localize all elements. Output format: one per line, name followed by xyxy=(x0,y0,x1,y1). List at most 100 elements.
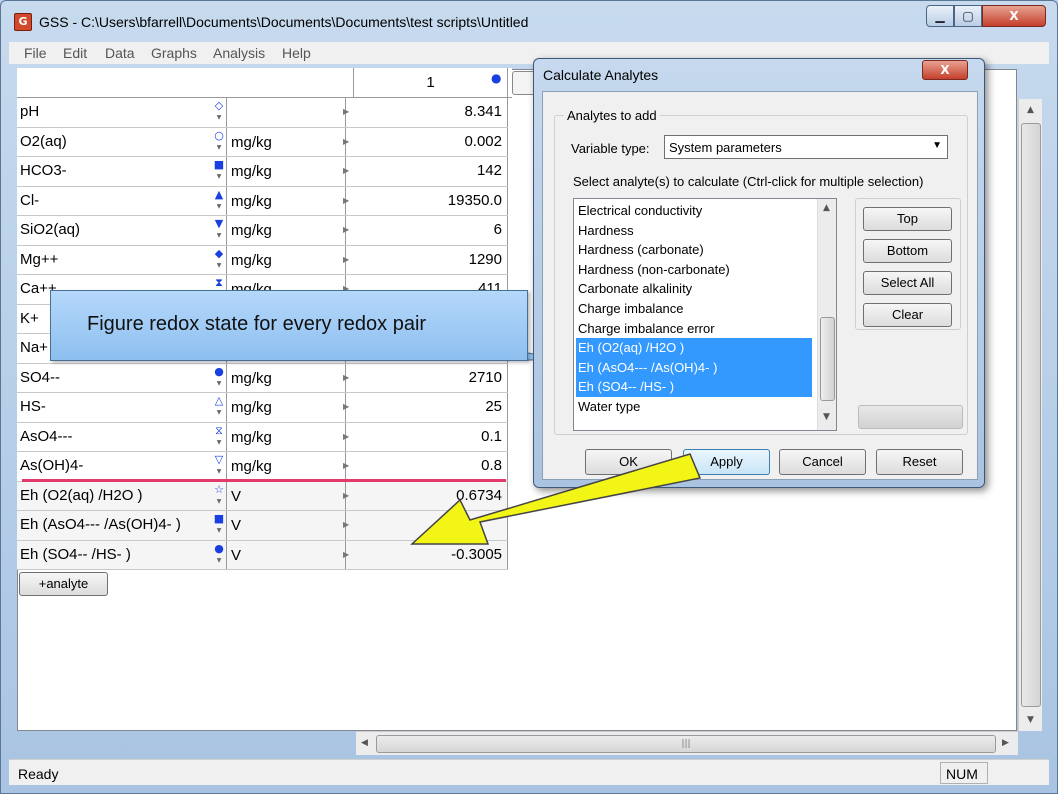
menu-help[interactable]: Help xyxy=(282,45,311,61)
symbol-icon[interactable]: ■ ▼ xyxy=(213,513,225,537)
unit-arrow-icon[interactable]: ▶ xyxy=(343,520,349,529)
value-cell[interactable]: 2710 xyxy=(353,363,508,392)
unit-arrow-icon[interactable]: ▶ xyxy=(343,491,349,500)
unit-arrow-icon[interactable]: ▶ xyxy=(343,166,349,175)
cancel-button[interactable]: Cancel xyxy=(779,449,866,475)
table-row[interactable]: pH ◇ ▼ ▶ 8.341 xyxy=(17,98,508,128)
analyte-name[interactable]: Cl- xyxy=(17,186,227,215)
scroll-right-icon[interactable]: ▶ xyxy=(1002,738,1009,748)
unit-cell[interactable]: mg/kg xyxy=(228,422,346,451)
clear-button[interactable]: Clear xyxy=(863,303,952,327)
symbol-dropdown-icon[interactable]: ▼ xyxy=(213,171,225,183)
scroll-up-icon[interactable]: ▲ xyxy=(1027,105,1034,115)
analyte-name[interactable]: AsO4--- xyxy=(17,422,227,451)
table-row[interactable]: Cl- ▲ ▼ mg/kg ▶ 19350.0 xyxy=(17,186,508,216)
menu-analysis[interactable]: Analysis xyxy=(213,45,265,61)
symbol-icon[interactable]: △ ▼ xyxy=(213,395,225,419)
unit-cell[interactable]: V xyxy=(228,481,346,510)
list-item[interactable]: Eh (O2(aq) /H2O ) xyxy=(576,338,812,358)
symbol-dropdown-icon[interactable]: ▼ xyxy=(213,260,225,272)
symbol-icon[interactable]: ☆ ▼ xyxy=(213,483,225,508)
unit-arrow-icon[interactable]: ▶ xyxy=(343,432,349,441)
table-row[interactable]: O2(aq) ○ ▼ mg/kg ▶ 0.002 xyxy=(17,127,508,157)
table-row[interactable]: Mg++ ◆ ▼ mg/kg ▶ 1290 xyxy=(17,245,508,275)
close-button[interactable]: X xyxy=(982,5,1046,27)
unit-arrow-icon[interactable]: ▶ xyxy=(343,550,349,559)
symbol-dropdown-icon[interactable]: ▼ xyxy=(213,496,225,508)
symbol-dropdown-icon[interactable]: ▼ xyxy=(213,112,225,124)
horizontal-scroll-thumb[interactable]: ||| xyxy=(376,735,996,753)
unit-arrow-icon[interactable]: ▶ xyxy=(343,107,349,116)
unit-cell[interactable]: mg/kg xyxy=(228,127,346,156)
value-cell[interactable]: 8.341 xyxy=(353,98,508,127)
unit-arrow-icon[interactable]: ▶ xyxy=(343,402,349,411)
unit-cell[interactable]: mg/kg xyxy=(228,216,346,245)
gss-app-icon[interactable]: G xyxy=(14,13,32,31)
unit-cell[interactable]: V xyxy=(228,540,346,569)
analyte-name[interactable]: Eh (O2(aq) /H2O ) xyxy=(17,481,227,510)
symbol-dropdown-icon[interactable]: ▼ xyxy=(213,378,225,390)
unit-cell[interactable]: mg/kg xyxy=(228,157,346,186)
analyte-name[interactable]: SO4-- xyxy=(17,363,227,392)
analyte-name[interactable]: Eh (AsO4--- /As(OH)4- ) xyxy=(17,511,227,540)
select-all-button[interactable]: Select All xyxy=(863,271,952,295)
list-scroll-up-icon[interactable]: ▲ xyxy=(823,203,830,213)
symbol-icon[interactable]: ○ ▼ xyxy=(213,129,225,154)
analyte-name[interactable]: SiO2(aq) xyxy=(17,216,227,245)
unit-arrow-icon[interactable]: ▶ xyxy=(343,373,349,382)
unit-cell[interactable]: mg/kg xyxy=(228,393,346,422)
value-cell[interactable]: 1290 xyxy=(353,245,508,274)
scroll-down-icon[interactable]: ▼ xyxy=(1027,715,1034,725)
unit-arrow-icon[interactable]: ▶ xyxy=(343,137,349,146)
symbol-icon[interactable]: ■ ▼ xyxy=(213,159,225,183)
bottom-button[interactable]: Bottom xyxy=(863,239,952,263)
add-analyte-button[interactable]: +analyte xyxy=(19,572,108,596)
horizontal-scrollbar[interactable]: ◀ ||| ▶ xyxy=(356,731,1018,755)
list-item[interactable]: Water type xyxy=(576,397,812,417)
analyte-listbox[interactable]: Electrical conductivity Hardness Hardness … xyxy=(573,198,837,431)
list-item[interactable]: Electrical conductivity xyxy=(576,201,812,221)
menu-graphs[interactable]: Graphs xyxy=(151,45,197,61)
column-symbol-icon[interactable]: ● xyxy=(491,71,501,85)
analyte-name[interactable]: HS- xyxy=(17,393,227,422)
unit-cell[interactable]: V xyxy=(228,511,346,540)
value-cell[interactable]: 6 xyxy=(353,216,508,245)
symbol-dropdown-icon[interactable]: ▼ xyxy=(213,555,225,567)
unit-arrow-icon[interactable]: ▶ xyxy=(343,225,349,234)
listbox-scroll-thumb[interactable] xyxy=(820,317,835,401)
reset-button[interactable]: Reset xyxy=(876,449,963,475)
table-row[interactable]: HCO3- ■ ▼ mg/kg ▶ 142 xyxy=(17,157,508,187)
value-cell[interactable]: 19350.0 xyxy=(353,186,508,215)
symbol-icon[interactable]: ◇ ▼ xyxy=(213,100,225,124)
analyte-name[interactable]: O2(aq) xyxy=(17,127,227,156)
chevron-down-icon[interactable]: ▼ xyxy=(932,140,942,151)
title-bar[interactable]: G GSS - C:\Users\bfarrell\Documents\Docu… xyxy=(1,1,1057,41)
unit-cell[interactable]: mg/kg xyxy=(228,452,346,481)
analyte-name[interactable]: Eh (SO4-- /HS- ) xyxy=(17,540,227,569)
table-row[interactable]: HS- △ ▼ mg/kg ▶ 25 xyxy=(17,393,508,423)
analyte-name[interactable]: pH xyxy=(17,98,227,127)
column-number[interactable]: 1 xyxy=(353,68,508,98)
minimize-button[interactable]: ▁ xyxy=(926,5,954,27)
maximize-button[interactable]: ▢ xyxy=(954,5,982,27)
table-row[interactable]: SO4-- ● ▼ mg/kg ▶ 2710 xyxy=(17,363,508,393)
symbol-icon[interactable]: ● ▼ xyxy=(213,542,225,567)
menu-data[interactable]: Data xyxy=(105,45,135,61)
listbox-scrollbar[interactable]: ▲ ▼ xyxy=(817,199,836,430)
menu-file[interactable]: File xyxy=(24,45,47,61)
unit-arrow-icon[interactable]: ▶ xyxy=(343,255,349,264)
scroll-left-icon[interactable]: ◀ xyxy=(361,738,368,748)
menu-edit[interactable]: Edit xyxy=(63,45,87,61)
list-item[interactable]: Hardness xyxy=(576,221,812,241)
symbol-icon[interactable]: ⧖ ▼ xyxy=(213,424,225,449)
list-item[interactable]: Charge imbalance xyxy=(576,299,812,319)
symbol-dropdown-icon[interactable]: ▼ xyxy=(213,201,225,213)
list-item[interactable]: Eh (SO4-- /HS- ) xyxy=(576,377,812,397)
symbol-dropdown-icon[interactable]: ▼ xyxy=(213,437,225,449)
symbol-dropdown-icon[interactable]: ▼ xyxy=(213,466,225,478)
list-item[interactable]: Hardness (carbonate) xyxy=(576,240,812,260)
variable-type-select[interactable]: System parameters ▼ xyxy=(664,135,948,159)
symbol-icon[interactable]: ▼ ▼ xyxy=(213,218,225,242)
symbol-dropdown-icon[interactable]: ▼ xyxy=(213,525,225,537)
unit-arrow-icon[interactable]: ▶ xyxy=(343,461,349,470)
